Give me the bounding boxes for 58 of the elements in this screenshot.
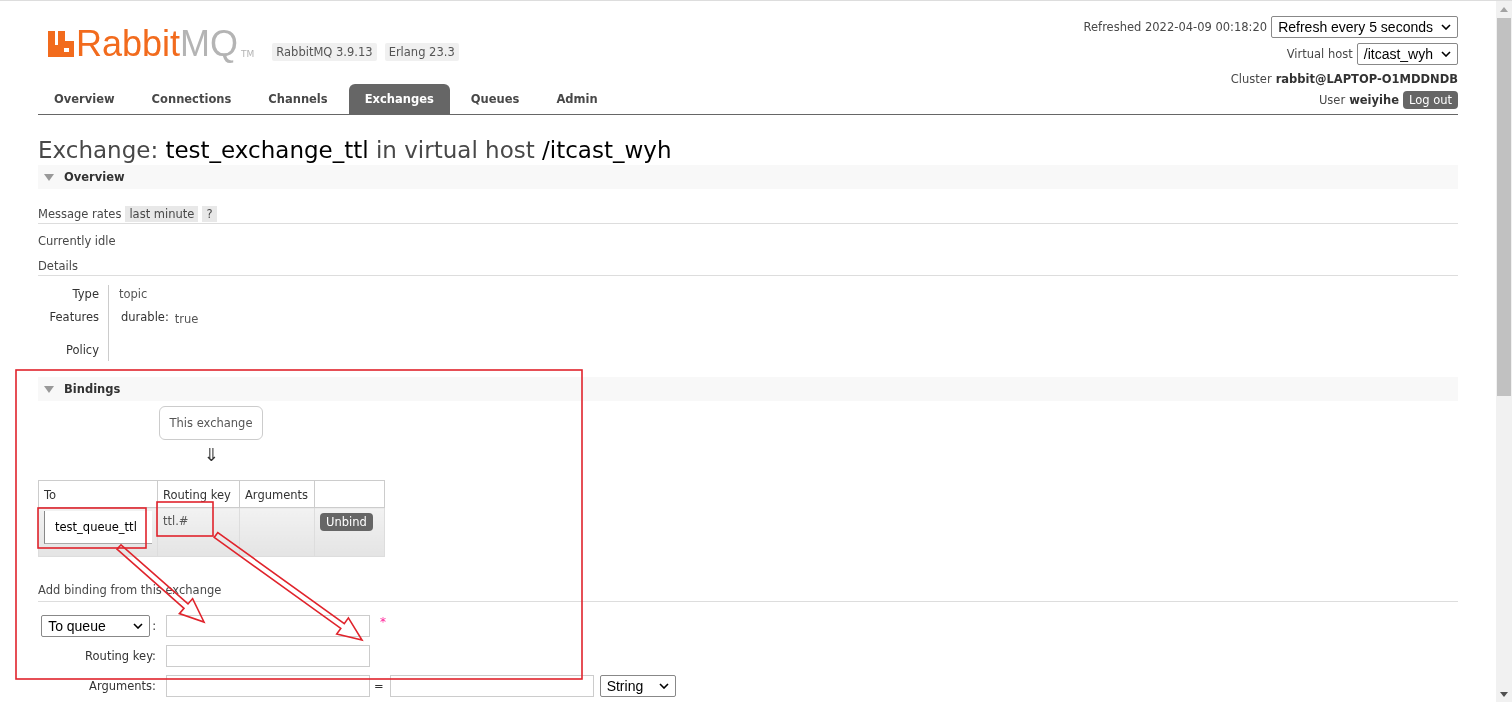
nav-tab[interactable]: Queues — [454, 84, 536, 114]
details-heading: Details — [38, 256, 1458, 276]
logo-text: MQ — [180, 27, 239, 61]
type-select[interactable]: String — [599, 675, 676, 697]
chevron-icon — [1441, 24, 1451, 30]
logout-button[interactable]: Log out — [1402, 91, 1458, 109]
vhost-label: Virtual host — [1286, 47, 1353, 61]
user-name: weiyihe — [1349, 93, 1399, 107]
queue-link[interactable]: test_queue_ttl — [44, 511, 152, 544]
refreshed-text: Refreshed 2022-04-09 00:18:20 — [1083, 20, 1268, 34]
routing-key-field[interactable] — [166, 645, 370, 667]
nav-tab[interactable]: Connections — [135, 84, 248, 114]
equals-sign: = — [374, 679, 384, 693]
separator-text: : — [152, 619, 156, 633]
field-label: Routing key: — [85, 649, 157, 663]
destination-select[interactable]: To queue — [41, 615, 151, 637]
nav-tab[interactable]: Exchanges — [348, 84, 450, 114]
period-selector[interactable]: last minute — [125, 206, 199, 222]
detail-value: topic — [119, 286, 148, 303]
version-badge: RabbitMQ 3.9.13 — [272, 43, 377, 61]
trademark: TM — [241, 49, 255, 59]
unbind-button[interactable]: Unbind — [320, 513, 373, 531]
detail-label: Type — [38, 285, 109, 308]
down-arrow: ⇓ — [203, 443, 219, 467]
detail-value: true — [174, 311, 199, 328]
argument-value-field[interactable] — [389, 675, 594, 697]
cluster-name: rabbit@LAPTOP-O1MDDNDB — [1275, 72, 1458, 86]
chevron-icon — [658, 683, 669, 689]
help-button[interactable]: ? — [202, 206, 217, 222]
status-text: Currently idle — [38, 233, 117, 248]
column-header: Arguments — [239, 480, 315, 508]
detail-label: Features — [38, 308, 109, 331]
required-mark: * — [380, 615, 386, 629]
chevron-icon — [133, 623, 144, 629]
detail-label: Policy — [38, 331, 109, 361]
destination-field[interactable] — [166, 615, 370, 637]
argument-key-field[interactable] — [166, 675, 370, 697]
nav-tab[interactable]: Overview — [38, 84, 131, 114]
exchange-box: This exchange — [158, 406, 264, 440]
refresh-select[interactable]: Refresh every 5 seconds — [1271, 16, 1458, 38]
version-badge: Erlang 23.3 — [384, 43, 459, 61]
chevron-icon — [1441, 51, 1451, 57]
page-title: Exchange: test_exchange_ttl in virtual host /itcast_wyh — [38, 136, 673, 165]
section-header[interactable]: Bindings — [38, 377, 1458, 401]
column-header: Routing key — [157, 480, 240, 508]
section-header[interactable]: Overview — [38, 165, 1458, 189]
field-label: Arguments: — [89, 679, 157, 693]
nav-tab[interactable]: Admin — [540, 84, 614, 114]
cluster-label: Cluster — [1230, 72, 1272, 86]
nav-tab[interactable]: Channels — [252, 84, 344, 114]
user-label: User — [1318, 93, 1346, 107]
logo-icon — [48, 31, 74, 57]
rates-label: Message rates — [38, 207, 122, 221]
logo-text: Rabbit — [76, 27, 181, 61]
vhost-select[interactable]: /itcast_wyh — [1356, 43, 1458, 65]
column-header: To — [38, 480, 158, 508]
scrollbar[interactable] — [1496, 1, 1512, 702]
feature-key: durable: — [121, 308, 169, 331]
